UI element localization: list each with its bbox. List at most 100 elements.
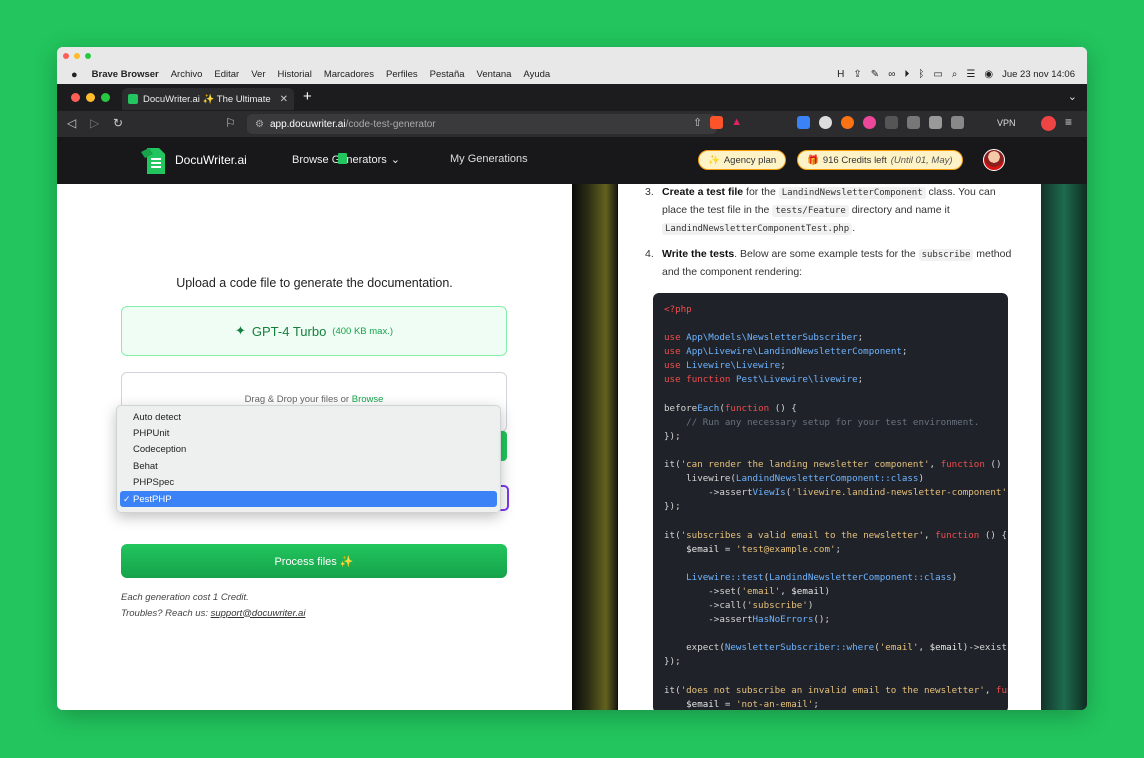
- back-icon[interactable]: ◁: [67, 116, 76, 130]
- url-path: /code-test-generator: [345, 118, 436, 130]
- code-line: });: [664, 430, 681, 442]
- framework-option-label: PestPHP: [133, 493, 172, 505]
- record-extension-icon[interactable]: [863, 116, 876, 129]
- zoom-window-button[interactable]: [85, 53, 91, 59]
- close-window-button[interactable]: [63, 53, 69, 59]
- code-block[interactable]: <?php use App\Models\NewsletterSubscribe…: [653, 293, 1008, 710]
- generated-document[interactable]: 3. Create a test file for the LandindNew…: [618, 184, 1041, 710]
- credits-badge[interactable]: 🎁 916 Credits left (Until 01, May): [797, 150, 963, 170]
- browse-generators-menu[interactable]: Browse Generators ⌄: [292, 153, 400, 166]
- tab-close-icon[interactable]: ✕: [280, 94, 288, 105]
- site-settings-icon[interactable]: ⚙: [255, 119, 264, 130]
- menu-item[interactable]: Ayuda: [523, 69, 550, 80]
- code-line: use function Pest\Livewire\livewire;: [664, 374, 864, 386]
- menu-item[interactable]: Editar: [214, 69, 239, 80]
- bluetooth-icon[interactable]: ᛒ: [918, 69, 924, 80]
- puzzle-extensions-icon[interactable]: [907, 116, 920, 129]
- search-icon[interactable]: ⌕: [952, 69, 958, 80]
- brave-icons: ⇧ ▲: [693, 116, 742, 129]
- wallet-icon[interactable]: [951, 116, 964, 129]
- menu-app-name[interactable]: Brave Browser: [92, 69, 159, 80]
- my-generations-link[interactable]: My Generations: [450, 153, 528, 165]
- code-line: it('can render the landing newsletter co…: [664, 459, 1008, 471]
- menu-item[interactable]: Ver: [251, 69, 265, 80]
- framework-option-label: PHPUnit: [133, 428, 170, 440]
- model-name: GPT-4 Turbo: [251, 323, 327, 339]
- code-line: });: [664, 656, 681, 668]
- inline-code: subscribe: [918, 249, 974, 261]
- code-line: ->call('subscribe'): [664, 599, 814, 611]
- menu-item[interactable]: Archivo: [171, 69, 203, 80]
- url-field[interactable]: ⚙ app.docuwriter.ai/code-test-generator: [247, 114, 717, 134]
- code-line: Livewire::test(LandindNewsletterComponen…: [686, 571, 958, 583]
- menu-item[interactable]: Marcadores: [324, 69, 374, 80]
- code-line: use Livewire\Livewire;: [664, 360, 786, 372]
- new-tab-icon[interactable]: +: [303, 88, 312, 105]
- framework-option[interactable]: Auto detect: [117, 409, 500, 425]
- siri-icon[interactable]: ◉: [984, 69, 993, 80]
- process-files-button[interactable]: Process files ✨: [121, 544, 507, 578]
- play-icon[interactable]: ⏵: [904, 69, 909, 80]
- zoom-dot[interactable]: [101, 93, 110, 102]
- model-limit: (400 KB max.): [332, 325, 394, 337]
- step-3-heading: Create a test file: [662, 186, 744, 198]
- wallet-extension-icon[interactable]: [819, 116, 832, 129]
- clock[interactable]: Jue 23 nov 14:06: [1002, 69, 1075, 80]
- minimize-window-button[interactable]: [74, 53, 80, 59]
- result-panel: 3. Create a test file for the LandindNew…: [572, 184, 1087, 710]
- share-icon[interactable]: ⇧: [693, 116, 702, 129]
- video-extension-icon[interactable]: [885, 116, 898, 129]
- framework-option[interactable]: ✓ PestPHP: [120, 490, 497, 508]
- forward-icon[interactable]: ▷: [90, 116, 99, 130]
- menu-item[interactable]: Ventana: [477, 69, 512, 80]
- code-line: $email = 'test@example.com';: [686, 543, 842, 555]
- browse-link[interactable]: Browse: [352, 394, 384, 405]
- tab-list-chevron-icon[interactable]: ⌄: [1068, 90, 1077, 103]
- vpn-button[interactable]: VPN: [997, 118, 1016, 128]
- inline-code: LandindNewsletterComponent: [778, 187, 926, 199]
- active-tab[interactable]: DocuWriter.ai ✨ The Ultimate ✕: [122, 88, 294, 110]
- docuwriter-logo-icon[interactable]: [139, 144, 167, 176]
- plan-badge[interactable]: ✨ Agency plan: [698, 150, 787, 170]
- framework-option[interactable]: PHPSpec: [117, 475, 500, 491]
- bookmark-icon[interactable]: ⚐: [225, 116, 236, 130]
- framework-option[interactable]: Codeception: [117, 442, 500, 458]
- minimize-dot[interactable]: [86, 93, 95, 102]
- checkmark-icon: ✓: [123, 493, 131, 504]
- reload-icon[interactable]: ↻: [113, 116, 123, 130]
- docuwriter-favicon: [128, 94, 138, 104]
- close-dot[interactable]: [71, 93, 80, 102]
- menu-item[interactable]: Pestaña: [430, 69, 465, 80]
- glasses-icon[interactable]: ∞: [888, 69, 895, 80]
- framework-option[interactable]: PHPUnit: [117, 425, 500, 441]
- address-toolbar: ◁ ▷ ↻ ⚐ ⚙ app.docuwriter.ai/code-test-ge…: [57, 111, 1087, 137]
- model-selector[interactable]: ✦ GPT-4 Turbo (400 KB max.): [121, 306, 507, 356]
- support-email-link[interactable]: support@docuwriter.ai: [211, 608, 306, 619]
- brand-name[interactable]: DocuWriter.ai: [175, 153, 247, 167]
- translate-extension-icon[interactable]: [797, 116, 810, 129]
- sidebar-toggle-icon[interactable]: [929, 116, 942, 129]
- menu-item[interactable]: Historial: [278, 69, 312, 80]
- profile-icon[interactable]: [1041, 116, 1056, 131]
- battery-icon[interactable]: ▭: [933, 69, 942, 80]
- sparkle-icon: ✨: [708, 154, 720, 166]
- user-avatar[interactable]: [983, 149, 1005, 171]
- menu-item[interactable]: Perfiles: [386, 69, 418, 80]
- upload-title: Upload a code file to generate the docum…: [176, 276, 453, 290]
- dropzone-text: Drag & Drop your files or: [244, 394, 352, 405]
- colorful-extension-icon[interactable]: [841, 116, 854, 129]
- control-center-icon[interactable]: ☰: [966, 69, 975, 80]
- brave-rewards-icon[interactable]: ▲: [731, 116, 742, 129]
- apple-icon[interactable]: ●: [71, 69, 78, 81]
- feather-icon[interactable]: ✎: [871, 69, 879, 80]
- step-4-heading: Write the tests: [662, 248, 735, 260]
- menu-icon[interactable]: ≡: [1065, 115, 1072, 129]
- framework-option[interactable]: Behat: [117, 458, 500, 474]
- plan-label: Agency plan: [723, 154, 777, 166]
- brave-shields-icon[interactable]: [710, 116, 724, 129]
- h-extension-icon[interactable]: H: [837, 69, 844, 80]
- upload-icon[interactable]: ⇪: [853, 69, 861, 80]
